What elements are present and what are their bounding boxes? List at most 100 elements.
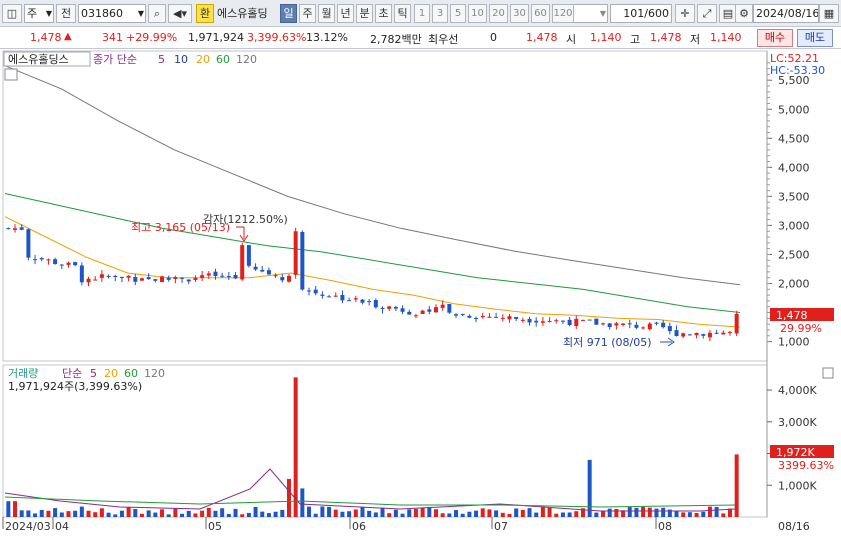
- candle: [681, 333, 686, 337]
- market-toggle-button[interactable]: 전: [56, 4, 76, 23]
- panel-toggle-icon[interactable]: [4, 68, 18, 81]
- candle: [507, 316, 512, 320]
- hc-label: HC:-53.30: [770, 64, 825, 77]
- candle: [721, 332, 726, 335]
- volume-bar: [540, 507, 545, 517]
- candle: [514, 316, 519, 319]
- stock-name-label: 에스유홀딩: [214, 4, 278, 23]
- volume-bar: [714, 506, 719, 517]
- chart-area[interactable]: 5,500 5,000 4,500 4,000 3,500 3,000 2,500 2,000…: [0, 49, 841, 542]
- period-button-4[interactable]: 분: [356, 4, 373, 23]
- volume-bar: [467, 511, 472, 517]
- calendar-icon[interactable]: ▦: [819, 4, 839, 23]
- candle: [327, 296, 332, 298]
- interval-button-10[interactable]: 10: [468, 4, 487, 23]
- volume-bar: [407, 509, 412, 517]
- candle: [487, 316, 492, 318]
- interval-button-1[interactable]: 1: [414, 4, 430, 23]
- search-icon[interactable]: ⌕: [148, 4, 166, 23]
- candle: [73, 262, 78, 266]
- interval-input[interactable]: ▼: [570, 4, 608, 23]
- open-label: 시: [566, 33, 577, 46]
- buy-button[interactable]: 매수: [757, 29, 793, 47]
- candle: [46, 259, 51, 261]
- candle: [400, 308, 405, 312]
- volume-bar: [200, 510, 205, 517]
- volume-bar: [647, 507, 652, 517]
- candle: [39, 258, 44, 260]
- volume-bar: [520, 509, 525, 517]
- candle: [727, 331, 732, 333]
- stock-code-input[interactable]: 031860 ▼: [78, 4, 146, 23]
- interval-button-5[interactable]: 5: [450, 4, 466, 23]
- candle: [166, 277, 171, 280]
- volume-bar: [307, 506, 312, 517]
- candle: [674, 330, 679, 337]
- period-button-3[interactable]: 년: [337, 4, 354, 23]
- candle: [474, 318, 479, 320]
- interval-button-30[interactable]: 30: [510, 4, 529, 23]
- volume-bar: [106, 512, 111, 517]
- period-button-0[interactable]: 일: [280, 4, 297, 23]
- interval-button-20[interactable]: 20: [489, 4, 508, 23]
- candle: [119, 276, 124, 278]
- candle: [634, 324, 639, 328]
- price-tick-1: 5,000: [778, 103, 810, 116]
- candle: [413, 315, 418, 317]
- candle: [627, 323, 632, 325]
- candle: [286, 275, 291, 282]
- volume-bar: [500, 512, 505, 517]
- up-arrow-icon: ▲: [64, 31, 72, 42]
- market-select[interactable]: 주 ▼: [24, 4, 54, 23]
- interval-button-60[interactable]: 60: [531, 4, 550, 23]
- volume-bar: [280, 509, 285, 517]
- volume-bar: [534, 512, 539, 517]
- period-button-2[interactable]: 월: [318, 4, 335, 23]
- volume-bar: [567, 512, 572, 517]
- candle: [353, 298, 358, 300]
- speaker-icon[interactable]: ◀▾: [168, 4, 192, 23]
- price-tick-6: 2,500: [778, 248, 810, 261]
- interval-button-120[interactable]: 120: [552, 4, 574, 23]
- volume-bar: [119, 510, 124, 517]
- sell-button[interactable]: 매도: [797, 29, 833, 47]
- price-change-pct: +29.99%: [126, 31, 178, 44]
- panel-collapse-icon[interactable]: [822, 367, 834, 379]
- candle-type-icon[interactable]: ✛: [675, 4, 695, 23]
- volume-bar: [66, 511, 71, 517]
- vol-legend-name: 거래량: [8, 367, 38, 380]
- settings-icon[interactable]: ⚙: [735, 4, 753, 23]
- period-button-1[interactable]: 주: [299, 4, 316, 23]
- volume-bar: [721, 513, 726, 517]
- period-button-5[interactable]: 초: [375, 4, 392, 23]
- date-field[interactable]: 2024/08/16: [753, 4, 819, 23]
- candle: [601, 323, 606, 325]
- page-count-field[interactable]: 101/600: [610, 4, 672, 23]
- market-label: 주: [27, 7, 38, 20]
- period-button-6[interactable]: 틱: [394, 4, 411, 23]
- x-label-5: 08: [658, 520, 672, 533]
- chart-menu-icon[interactable]: ◫: [2, 4, 22, 23]
- candle: [554, 320, 559, 322]
- candle: [687, 334, 692, 336]
- price-tick-5: 3,000: [778, 219, 810, 232]
- drawing-tool-icon[interactable]: ⤢: [697, 4, 717, 23]
- stock-chart[interactable]: 5,5005,0004,5004,0003,5003,0002,5002,000…: [0, 49, 841, 542]
- candle: [146, 277, 151, 280]
- candle: [300, 232, 305, 290]
- candle: [213, 271, 218, 276]
- volume-bar: [53, 508, 58, 517]
- volume-bar: [634, 507, 639, 517]
- candle: [320, 294, 325, 296]
- volume-bar: [487, 509, 492, 517]
- candle: [293, 231, 298, 275]
- candle: [647, 323, 652, 330]
- volume-bar: [701, 511, 706, 517]
- x-label-right: 08/16: [778, 520, 810, 533]
- interval-button-3[interactable]: 3: [432, 4, 448, 23]
- volume-bar: [113, 514, 118, 517]
- volume-bar: [627, 507, 632, 517]
- x-label-0: 2024/03: [5, 520, 51, 533]
- candle: [200, 275, 205, 278]
- volume-bar: [681, 512, 686, 517]
